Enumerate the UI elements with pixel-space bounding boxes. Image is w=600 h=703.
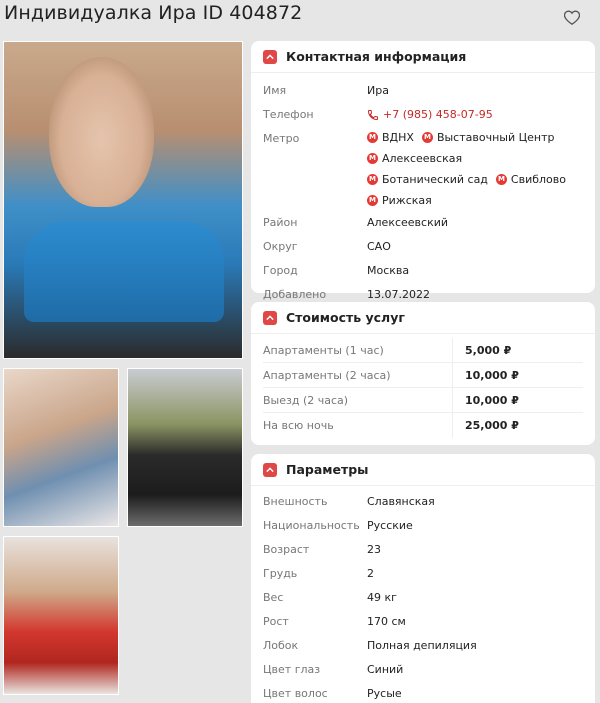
contact-district-row: Район Алексеевский: [263, 211, 583, 235]
metro-station[interactable]: M Ботанический сад: [367, 169, 488, 190]
contact-name-row: Имя Ира: [263, 79, 583, 103]
chevron-up-icon: [263, 49, 277, 64]
param-label: Цвет глаз: [263, 663, 321, 676]
param-row: Рост 170 см: [263, 610, 583, 634]
price-label: Апартаменты (2 часа): [263, 363, 453, 387]
price-value: 25,000 ₽: [465, 419, 519, 432]
param-value: Русые: [367, 687, 402, 700]
price-value: 10,000 ₽: [465, 393, 519, 407]
param-label: Рост: [263, 615, 289, 628]
metro-icon: M: [367, 174, 378, 185]
chevron-up-icon: [263, 310, 277, 325]
param-value: Русские: [367, 519, 413, 532]
phone-label: Телефон: [263, 108, 314, 121]
param-value: Славянская: [367, 495, 435, 508]
contact-card-header[interactable]: Контактная информация: [251, 41, 595, 73]
contact-phone-row: Телефон +7 (985) 458-07-95: [263, 103, 583, 127]
name-value: Ира: [367, 84, 389, 97]
contact-city-row: Город Москва: [263, 259, 583, 283]
param-label: Лобок: [263, 639, 299, 652]
prices-card-title: Стоимость услуг: [286, 310, 405, 325]
param-row: Грудь 2: [263, 562, 583, 586]
price-label: Апартаменты (1 час): [263, 338, 453, 362]
param-value: Синий: [367, 663, 404, 676]
main-photo[interactable]: [3, 41, 243, 359]
phone-link[interactable]: +7 (985) 458-07-95: [367, 103, 493, 127]
metro-station[interactable]: M Алексеевская: [367, 148, 462, 169]
district-label: Район: [263, 216, 298, 229]
param-value: Полная депиляция: [367, 639, 477, 652]
gallery-photo-2[interactable]: [127, 368, 243, 527]
metro-icon: M: [367, 132, 378, 143]
param-row: Внешность Славянская: [263, 490, 583, 514]
metro-station-name: Свиблово: [510, 173, 566, 186]
param-label: Национальность: [263, 519, 360, 532]
prices-card: Стоимость услуг Апартаменты (1 час) 5,000…: [251, 302, 595, 445]
price-row: На всю ночь 25,000 ₽: [263, 413, 583, 438]
metro-station-name: Ботанический сад: [382, 173, 488, 186]
page-title: Индивидуалка Ира ID 404872: [4, 2, 303, 24]
param-label: Вес: [263, 591, 284, 604]
price-row: Апартаменты (1 час) 5,000 ₽: [263, 338, 583, 363]
param-value: 170 см: [367, 615, 406, 628]
okrug-value: САО: [367, 240, 391, 253]
params-card: Параметры Внешность Славянская Национальн…: [251, 454, 595, 703]
param-label: Возраст: [263, 543, 310, 556]
price-row: Апартаменты (2 часа) 10,000 ₽: [263, 363, 583, 388]
metro-icon: M: [421, 132, 433, 143]
contact-card: Контактная информация Имя Ира Телефон +7…: [251, 41, 595, 301]
price-label: Выезд (2 часа): [263, 388, 453, 412]
metro-station[interactable]: M Выставочный Центр: [421, 127, 555, 148]
params-card-header[interactable]: Параметры: [251, 454, 595, 486]
param-row: Цвет волос Русые: [263, 682, 583, 703]
metro-station-name: Рижская: [382, 194, 432, 207]
contact-okrug-row: Округ САО: [263, 235, 583, 259]
param-value: 2: [367, 567, 374, 580]
favorite-button[interactable]: [563, 8, 581, 26]
param-row: Лобок Полная депиляция: [263, 634, 583, 658]
metro-station[interactable]: M ВДНХ: [367, 127, 414, 148]
metro-icon: M: [367, 195, 378, 206]
contact-metro-row: Метро M ВДНХ M Выставочный Центр M Алексеев…: [263, 127, 583, 211]
price-label: На всю ночь: [263, 413, 453, 438]
param-row: Вес 49 кг: [263, 586, 583, 610]
param-row: Цвет глаз Синий: [263, 658, 583, 682]
contact-card-title: Контактная информация: [286, 49, 467, 64]
metro-station-name: Выставочный Центр: [436, 131, 555, 144]
price-value: 10,000 ₽: [465, 368, 519, 382]
chevron-up-icon: [263, 462, 277, 477]
heart-icon: [564, 10, 580, 25]
okrug-label: Округ: [263, 240, 298, 253]
metro-station-name: ВДНХ: [382, 131, 414, 144]
param-row: Национальность Русские: [263, 514, 583, 538]
district-value: Алексеевский: [367, 216, 449, 229]
metro-label: Метро: [263, 132, 300, 145]
metro-station[interactable]: M Свиблово: [495, 169, 566, 190]
phone-value: +7 (985) 458-07-95: [383, 108, 493, 121]
gallery-photo-3[interactable]: [3, 536, 119, 695]
param-label: Цвет волос: [263, 687, 328, 700]
name-label: Имя: [263, 84, 287, 97]
gallery-photo-1[interactable]: [3, 368, 119, 527]
metro-station[interactable]: M Рижская: [367, 190, 432, 211]
phone-icon: [367, 110, 378, 121]
param-value: 23: [367, 543, 381, 556]
city-value: Москва: [367, 264, 410, 277]
param-label: Внешность: [263, 495, 328, 508]
prices-card-header[interactable]: Стоимость услуг: [251, 302, 595, 334]
metro-icon: M: [495, 174, 507, 185]
city-label: Город: [263, 264, 298, 277]
price-value: 5,000 ₽: [465, 343, 512, 357]
params-card-title: Параметры: [286, 462, 369, 477]
metro-icon: M: [367, 153, 378, 164]
param-row: Возраст 23: [263, 538, 583, 562]
param-value: 49 кг: [367, 591, 397, 604]
metro-station-name: Алексеевская: [382, 152, 463, 165]
price-row: Выезд (2 часа) 10,000 ₽: [263, 388, 583, 413]
param-label: Грудь: [263, 567, 298, 580]
